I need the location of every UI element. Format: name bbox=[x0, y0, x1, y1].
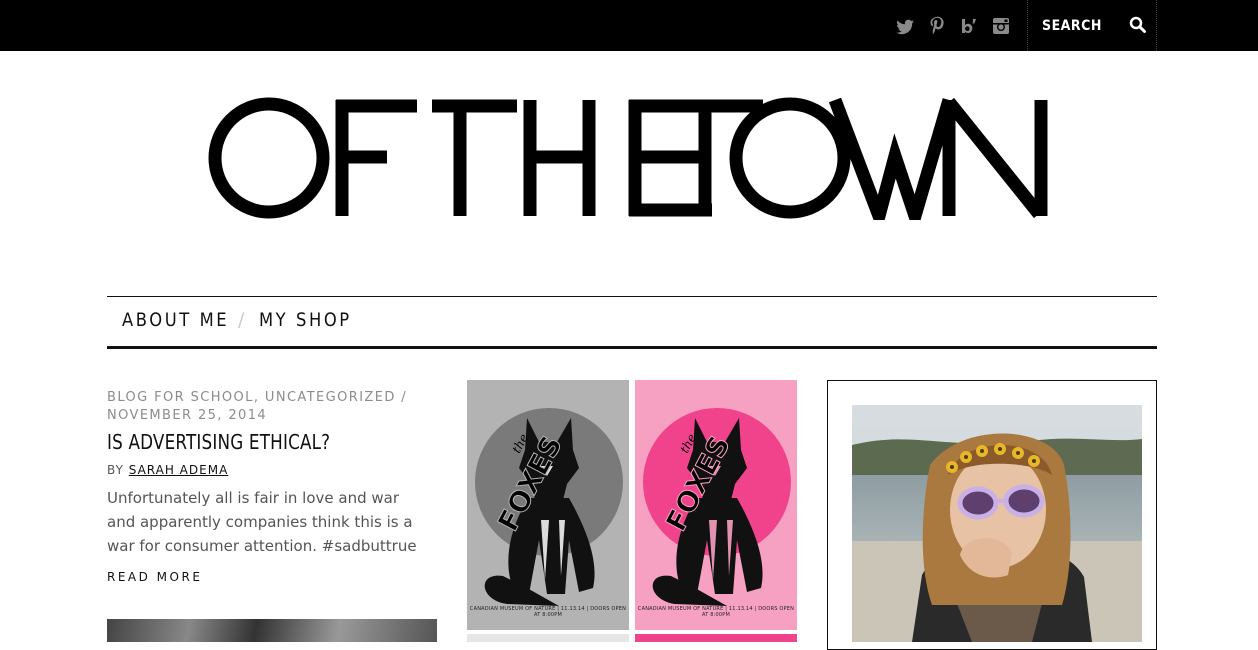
poster-next-pink bbox=[635, 634, 797, 642]
poster-grey: FOXES the CANADIAN MUSEUM OF NATURE | 11… bbox=[467, 380, 629, 630]
post-excerpt: Unfortunately all is fair in love and wa… bbox=[107, 489, 417, 555]
nav-about-me[interactable]: ABOUT ME bbox=[122, 309, 229, 331]
search-input[interactable] bbox=[1042, 14, 1132, 38]
poster-next-grey bbox=[467, 634, 629, 642]
search-box bbox=[1027, 0, 1157, 51]
instagram-icon[interactable] bbox=[992, 14, 1010, 38]
pinterest-icon[interactable] bbox=[928, 14, 946, 38]
twitter-icon[interactable] bbox=[895, 14, 915, 38]
top-bar bbox=[0, 0, 1258, 51]
poster-caption: CANADIAN MUSEUM OF NATURE | 11.13.14 | D… bbox=[469, 606, 627, 618]
next-post-thumbnail[interactable] bbox=[107, 619, 437, 642]
by-label: BY bbox=[107, 463, 124, 477]
post-date: NOVEMBER 25, 2014 bbox=[107, 408, 268, 423]
nav-separator: / bbox=[238, 309, 245, 331]
site-logo[interactable] bbox=[207, 96, 1051, 220]
category-link[interactable]: UNCATEGORIZED bbox=[265, 390, 396, 405]
nav-my-shop[interactable]: MY SHOP bbox=[259, 309, 352, 331]
poster-caption: CANADIAN MUSEUM OF NATURE | 11.13.14 | D… bbox=[637, 606, 795, 618]
profile-photo bbox=[852, 405, 1142, 642]
poster-pink: FOXES the CANADIAN MUSEUM OF NATURE | 11… bbox=[635, 380, 797, 630]
post-image-posters[interactable]: FOXES the CANADIAN MUSEUM OF NATURE | 11… bbox=[467, 380, 797, 642]
search-icon[interactable] bbox=[1129, 16, 1147, 39]
post-byline: BY SARAH ADEMA bbox=[107, 463, 228, 477]
author-link[interactable]: SARAH ADEMA bbox=[129, 463, 229, 477]
nav-bottom-rule bbox=[107, 346, 1157, 349]
post-title[interactable]: IS ADVERTISING ETHICAL? bbox=[107, 430, 330, 454]
nav-top-rule bbox=[107, 296, 1157, 297]
read-more-link[interactable]: READ MORE bbox=[107, 570, 202, 584]
bloglovin-icon[interactable] bbox=[960, 14, 978, 38]
category-link[interactable]: BLOG FOR SCHOOL bbox=[107, 390, 254, 405]
post-meta: BLOG FOR SCHOOL, UNCATEGORIZED / NOVEMBE… bbox=[107, 390, 408, 423]
